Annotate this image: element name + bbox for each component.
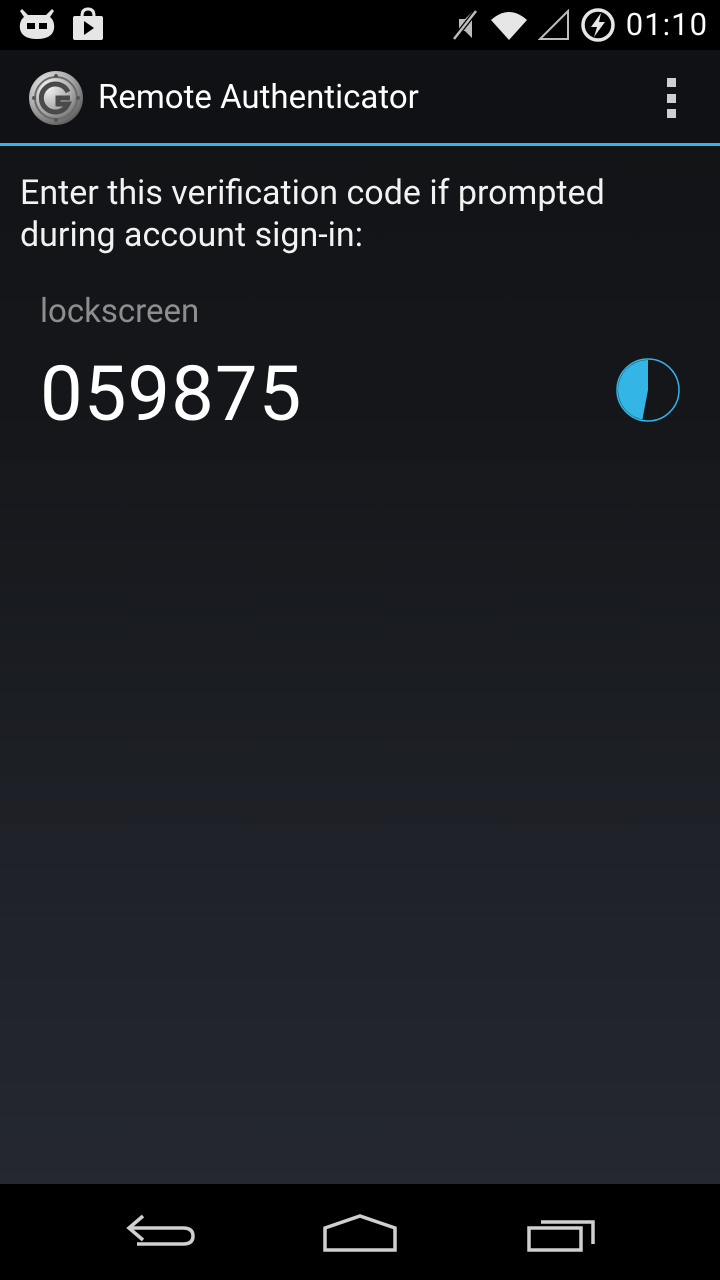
wifi-icon (490, 9, 528, 41)
status-time: 01:10 (625, 6, 708, 43)
cell-signal-icon (537, 9, 570, 41)
back-icon (126, 1214, 195, 1246)
home-icon (323, 1214, 397, 1252)
cyanogenmod-icon (18, 7, 56, 41)
menu-dot (666, 93, 676, 103)
recents-button[interactable] (517, 1204, 607, 1260)
mute-icon (450, 7, 480, 43)
battery-charging-icon (580, 7, 616, 43)
action-bar: Remote Authenticator (0, 50, 720, 146)
home-button[interactable] (315, 1204, 405, 1260)
play-store-icon (72, 7, 104, 41)
notification-icons (18, 7, 104, 41)
account-name: lockscreen (40, 292, 200, 331)
navigation-bar (0, 1184, 720, 1280)
recents-icon (527, 1220, 595, 1252)
app-icon[interactable] (28, 70, 84, 126)
menu-dot (666, 78, 676, 87)
verification-code[interactable]: 059875 (40, 350, 302, 438)
back-button[interactable] (115, 1204, 205, 1260)
screen: 01:10 Remote Authenticator Enter this ve… (0, 0, 720, 1280)
status-bar: 01:10 (0, 0, 720, 50)
app-title: Remote Authenticator (98, 78, 419, 117)
overflow-menu-icon[interactable] (664, 78, 678, 118)
countdown-timer-icon (614, 356, 682, 424)
countdown-remaining (617, 360, 648, 420)
menu-dot (666, 109, 676, 118)
system-icons: 01:10 (450, 6, 708, 44)
verification-prompt: Enter this verification code if prompted… (20, 173, 605, 255)
